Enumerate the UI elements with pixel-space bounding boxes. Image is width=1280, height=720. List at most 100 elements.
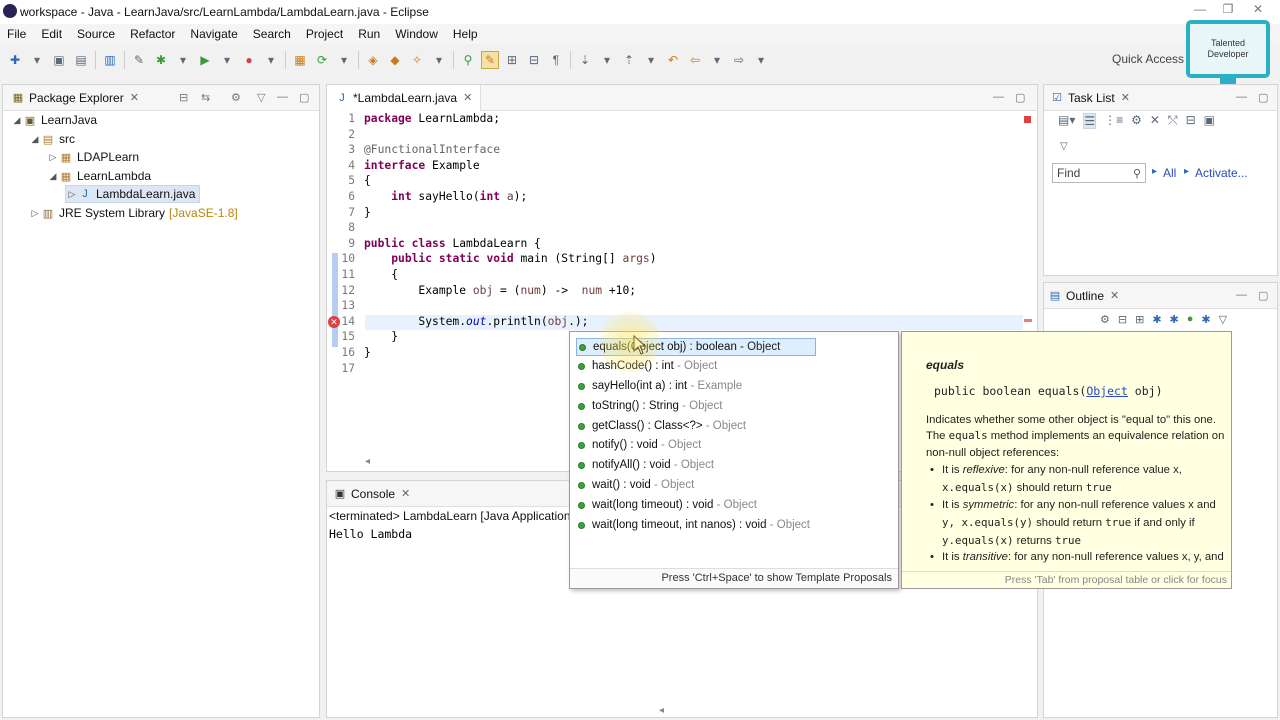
activate-link[interactable]: Activate... [1195, 166, 1248, 180]
menu-edit[interactable]: Edit [34, 27, 70, 41]
back-icon[interactable]: ⇦ [686, 51, 704, 69]
next-annotation-icon[interactable]: ⇣ [576, 51, 594, 69]
menu-search[interactable]: Search [246, 27, 299, 41]
proposal-item[interactable]: getClass() : Class<?> - Object [578, 417, 746, 435]
show-whitespace-icon[interactable]: ¶ [547, 51, 565, 69]
code-line[interactable]: 11 { [327, 267, 1039, 283]
close-icon[interactable]: ✕ [130, 91, 139, 104]
dropdown-icon[interactable]: ▾ [262, 51, 280, 69]
minimize-icon[interactable]: — [1186, 0, 1214, 20]
collapsed-icon[interactable]: ▷ [66, 189, 78, 200]
new-java-project-icon[interactable]: ⟳ [313, 51, 331, 69]
code-line[interactable]: 7} [327, 205, 1039, 221]
pin-icon[interactable]: ⚲ [459, 51, 477, 69]
hide-nonpublic-icon[interactable]: ✱ [1170, 313, 1179, 326]
search-icon[interactable]: ⚲ [1133, 167, 1141, 180]
console-output[interactable]: Hello Lambda [329, 527, 412, 541]
package-explorer-tab[interactable]: ▦ Package Explorer ✕ ⊟ ⇆ ⚙ ▽ — ▢ [3, 85, 319, 111]
link-icon[interactable]: ✱ [1201, 313, 1210, 326]
console-icon[interactable]: ▥ [101, 51, 119, 69]
view-menu-icon[interactable]: ▽ [1219, 313, 1227, 326]
dropdown-icon[interactable]: ▾ [218, 51, 236, 69]
dropdown-icon[interactable]: ▾ [642, 51, 660, 69]
maximize-view-icon[interactable]: ▢ [1258, 289, 1268, 302]
menu-refactor[interactable]: Refactor [123, 27, 183, 41]
forward-icon[interactable]: ⇨ [730, 51, 748, 69]
collapse-all-icon[interactable]: ⤲ [1168, 113, 1178, 129]
collapsed-icon[interactable]: ▷ [47, 152, 59, 163]
code-line[interactable]: 12 Example obj = (num) -> num +10; [327, 283, 1039, 299]
tree-item-jre-library[interactable]: ▷ ▥ JRE System Library [JavaSE-1.8] [29, 204, 238, 222]
close-icon[interactable]: ✕ [1110, 289, 1119, 302]
menu-window[interactable]: Window [388, 27, 446, 41]
maximize-view-icon[interactable]: ▢ [1015, 91, 1025, 104]
block-selection-icon[interactable]: ⊞ [503, 51, 521, 69]
close-icon[interactable]: ✕ [463, 91, 472, 104]
mark-occurrences-icon[interactable]: ✎ [481, 51, 499, 69]
run-icon[interactable]: ▶ [196, 51, 214, 69]
proposal-item[interactable]: wait(long timeout) : void - Object [578, 496, 757, 514]
close-icon[interactable]: ✕ [401, 487, 410, 500]
close-icon[interactable]: ✕ [1244, 0, 1272, 20]
minimize-view-icon[interactable]: — [1236, 289, 1247, 301]
minimize-view-icon[interactable]: — [993, 91, 1004, 103]
toggle-word-wrap-icon[interactable]: ⊟ [525, 51, 543, 69]
tree-item-learnlambda[interactable]: ◢ ▦ LearnLambda [47, 167, 152, 185]
proposal-item[interactable]: notifyAll() : void - Object [578, 456, 714, 474]
new-icon[interactable]: ✚ [6, 51, 24, 69]
menu-run[interactable]: Run [351, 27, 388, 41]
focus-icon[interactable]: ⚙ [231, 91, 241, 104]
code-line[interactable]: 5{ [327, 173, 1039, 189]
maximize-view-icon[interactable]: ▢ [1258, 91, 1268, 104]
code-line[interactable]: 13 [327, 298, 1039, 314]
save-icon[interactable]: ▣ [50, 51, 68, 69]
dropdown-icon[interactable]: ▾ [174, 51, 192, 69]
tree-item-learnjava[interactable]: ◢ ▣ LearnJava [11, 111, 98, 129]
minimize-view-icon[interactable]: — [277, 91, 288, 103]
categorized-icon[interactable]: ☰ [1083, 113, 1097, 129]
code-line[interactable]: 4 interface Example [327, 158, 1039, 174]
dropdown-icon[interactable]: ▾ [708, 51, 726, 69]
collapse-all-icon[interactable]: ⊟ [179, 91, 188, 104]
expanded-icon[interactable]: ◢ [47, 171, 59, 182]
synchronize-icon[interactable]: ⊟ [1186, 113, 1196, 129]
proposal-item[interactable]: equals(Object obj) : boolean - Object [576, 338, 816, 356]
menu-project[interactable]: Project [299, 27, 351, 41]
code-line[interactable]: 14 System.out.println(obj.); [327, 314, 1039, 330]
link-with-editor-icon[interactable]: ⇆ [201, 91, 210, 104]
outline-tab[interactable]: ▤ Outline ✕ — ▢ [1044, 283, 1277, 309]
proposal-item[interactable]: wait() : void - Object [578, 476, 694, 494]
filter-icon[interactable]: ⚙ [1131, 113, 1142, 129]
close-icon[interactable]: ✕ [1121, 91, 1130, 104]
search-icon[interactable]: ✧ [408, 51, 426, 69]
collapse-all-icon[interactable]: ⊟ [1118, 313, 1127, 326]
hide-completed-icon[interactable]: ✕ [1150, 113, 1160, 129]
minimize-view-icon[interactable]: — [1236, 91, 1247, 103]
save-all-icon[interactable]: ▤ [72, 51, 90, 69]
new-task-icon[interactable]: ▤▾ [1058, 113, 1075, 129]
last-edit-icon[interactable]: ↶ [664, 51, 682, 69]
task-list-tab[interactable]: ☑ Task List ✕ — ▢ [1044, 85, 1277, 111]
menu-source[interactable]: Source [70, 27, 123, 41]
code-line[interactable]: 10 public static void main (String[] arg… [327, 251, 1039, 267]
scheduled-icon[interactable]: ⋮≡ [1104, 113, 1123, 129]
new-package-icon[interactable]: ◈ [364, 51, 382, 69]
proposal-item[interactable]: toString() : String - Object [578, 397, 722, 415]
code-line[interactable]: 3 @FunctionalInterface [327, 142, 1039, 158]
code-line[interactable]: 1 package LearnLambda; [327, 111, 1039, 127]
code-line[interactable]: 8 [327, 220, 1039, 236]
collapsed-icon[interactable]: ▷ [29, 208, 41, 219]
tree-item-src[interactable]: ◢ ▤ src [29, 130, 75, 148]
dropdown-icon[interactable]: ▾ [335, 51, 353, 69]
maximize-view-icon[interactable]: ▢ [299, 91, 309, 104]
menu-file[interactable]: File [0, 27, 34, 41]
view-menu-icon[interactable]: ▽ [257, 91, 265, 104]
external-tools-icon[interactable]: ▦ [291, 51, 309, 69]
tree-item-lambdalearn-java[interactable]: ▷ J LambdaLearn.java [65, 185, 201, 203]
proposal-item[interactable]: hashCode() : int - Object [578, 357, 717, 375]
menu-help[interactable]: Help [446, 27, 486, 41]
sort-icon[interactable]: ⚙ [1100, 313, 1110, 326]
dropdown-icon[interactable]: ▾ [752, 51, 770, 69]
editor-tab[interactable]: J *LambdaLearn.java ✕ [327, 84, 482, 111]
dropdown-icon[interactable]: ▾ [28, 51, 46, 69]
